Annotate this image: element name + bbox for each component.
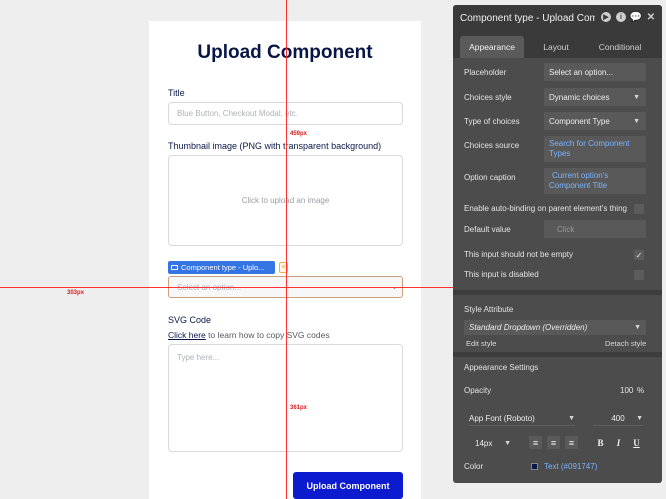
selected-element-name: Component type - Uplo... [181, 263, 265, 272]
choices-style-value: Dynamic choices [549, 92, 610, 102]
upload-component-button[interactable]: Upload Component [293, 472, 403, 499]
thumbnail-label: Thumbnail image (PNG with transparent ba… [168, 141, 382, 151]
page-title: Upload Component [197, 42, 373, 63]
page-canvas: Upload Component Title Blue Button, Chec… [149, 21, 421, 499]
default-value-field[interactable]: Click [544, 220, 646, 238]
horizontal-guide-line [0, 287, 453, 288]
align-center-icon[interactable]: ≡ [547, 436, 560, 449]
font-weight-value: 400 [611, 414, 625, 423]
chevron-down-icon: ▼ [633, 93, 640, 101]
not-empty-checkbox[interactable]: ✓ [634, 250, 644, 260]
underline-icon[interactable]: U [630, 436, 643, 449]
choices-source-line-2: Types [549, 149, 571, 158]
font-weight-select[interactable]: 400 ▼ [593, 412, 643, 426]
color-swatch[interactable] [531, 463, 538, 470]
guide-left-distance: 303px [67, 290, 85, 296]
disabled-label: This input is disabled [464, 270, 539, 279]
appearance-settings-heading: Appearance Settings [464, 363, 539, 372]
chevron-down-icon: ▼ [504, 439, 511, 447]
guide-top-distance: 459px [290, 131, 308, 137]
property-editor-title: Component type - Upload Compo [460, 12, 595, 24]
option-caption-label: Option caption [464, 173, 516, 182]
choices-source-label: Choices source [464, 141, 520, 150]
info-icon[interactable]: i [616, 12, 626, 22]
color-value[interactable]: Text (#091747) [544, 462, 597, 471]
title-label: Title [168, 88, 185, 98]
auto-binding-label: Enable auto-binding on parent element's … [464, 204, 627, 213]
placeholder-label: Placeholder [464, 68, 507, 77]
opacity-label: Opacity [464, 386, 492, 395]
color-label: Color [464, 462, 484, 471]
section-divider [453, 352, 662, 357]
font-family-value: App Font (Roboto) [469, 414, 535, 423]
option-caption-line-2: Component Title [549, 181, 608, 190]
choices-source-field[interactable]: Search for Component Types [544, 136, 646, 162]
align-left-icon[interactable]: ≡ [529, 436, 542, 449]
tab-conditional[interactable]: Conditional [588, 36, 652, 58]
play-icon[interactable]: ▶ [601, 12, 611, 22]
opacity-unit: % [637, 386, 645, 395]
vertical-guide-line [286, 0, 287, 499]
close-icon[interactable]: ✕ [646, 12, 656, 23]
svg-help-link[interactable]: Click here [168, 330, 206, 340]
opacity-value[interactable]: 100 [620, 386, 633, 395]
font-size-select[interactable]: 14px ▼ [475, 436, 511, 450]
svg-help-rest: to learn how to copy SVG codes [205, 330, 330, 340]
edit-style-link[interactable]: Edit style [466, 339, 496, 348]
type-of-choices-value: Component Type [549, 116, 610, 126]
not-empty-label: This input should not be empty [464, 250, 573, 259]
comment-icon[interactable]: 💬 [630, 12, 642, 23]
svg-help-text: Click here to learn how to copy SVG code… [168, 330, 330, 340]
guide-bottom-distance: 361px [290, 405, 308, 411]
italic-icon[interactable]: I [612, 436, 625, 449]
dropdown-element-icon [171, 265, 178, 270]
property-tabs: Appearance Layout Conditional [453, 31, 662, 58]
type-of-choices-select[interactable]: Component Type ▼ [544, 112, 646, 130]
style-select[interactable]: Standard Dropdown (Overridden) ▼ [464, 320, 646, 335]
section-divider [453, 290, 662, 295]
tab-layout[interactable]: Layout [524, 36, 588, 58]
placeholder-field[interactable]: Select an option... [544, 63, 646, 81]
detach-style-link[interactable]: Detach style [605, 339, 646, 348]
chevron-down-icon: ▼ [633, 117, 640, 125]
svg-code-label: SVG Code [168, 315, 212, 325]
tab-appearance[interactable]: Appearance [460, 36, 524, 58]
default-value-label: Default value [464, 225, 511, 234]
font-size-value: 14px [475, 438, 493, 448]
style-value: Standard Dropdown (Overridden) [469, 323, 588, 332]
font-family-select[interactable]: App Font (Roboto) ▼ [469, 412, 575, 426]
chevron-down-icon: ▼ [634, 324, 641, 331]
selected-element-tag[interactable]: Component type - Uplo... [168, 261, 275, 274]
chevron-down-icon: ▼ [568, 415, 575, 422]
choices-source-line-1: Search for Component [549, 139, 630, 148]
option-caption-field[interactable]: Current option's Component Title [544, 168, 646, 194]
type-of-choices-label: Type of choices [464, 117, 520, 126]
choices-style-label: Choices style [464, 93, 512, 102]
choices-style-select[interactable]: Dynamic choices ▼ [544, 88, 646, 106]
align-right-icon[interactable]: ≡ [565, 436, 578, 449]
bold-icon[interactable]: B [594, 436, 607, 449]
disabled-checkbox[interactable] [634, 270, 644, 280]
style-attribute-heading: Style Attribute [464, 305, 514, 314]
auto-binding-checkbox[interactable] [634, 204, 644, 214]
property-editor-header[interactable]: Component type - Upload Compo ▶ i 💬 ✕ [453, 5, 662, 31]
chevron-down-icon: ▼ [636, 415, 643, 422]
option-caption-line-1: Current option's [552, 171, 609, 180]
property-editor: Component type - Upload Compo ▶ i 💬 ✕ Ap… [453, 5, 662, 483]
